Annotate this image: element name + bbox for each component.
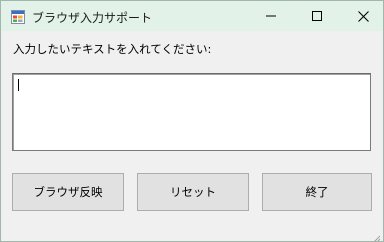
text-input-area[interactable]: [12, 73, 371, 151]
text-caret: [18, 79, 19, 91]
maximize-button[interactable]: [294, 1, 340, 31]
apply-to-browser-button[interactable]: ブラウザ反映: [12, 173, 124, 211]
title-bar[interactable]: ブラウザ入力サポート: [1, 1, 383, 31]
minimize-button[interactable]: [248, 1, 294, 31]
app-window: ブラウザ入力サポート 入力したいテキストを入れてください: ブラウザ反映 リセッ…: [0, 0, 384, 242]
app-window-icon: [11, 9, 25, 24]
close-icon: [357, 10, 369, 22]
resize-grip-icon[interactable]: [371, 229, 381, 241]
window-title: ブラウザ入力サポート: [32, 11, 153, 25]
exit-button[interactable]: 終了: [262, 173, 372, 211]
close-button[interactable]: [340, 1, 383, 31]
maximize-icon: [312, 11, 322, 21]
minimize-icon: [266, 11, 276, 21]
reset-button[interactable]: リセット: [137, 173, 249, 211]
input-prompt-label: 入力したいテキストを入れてください:: [13, 42, 212, 56]
